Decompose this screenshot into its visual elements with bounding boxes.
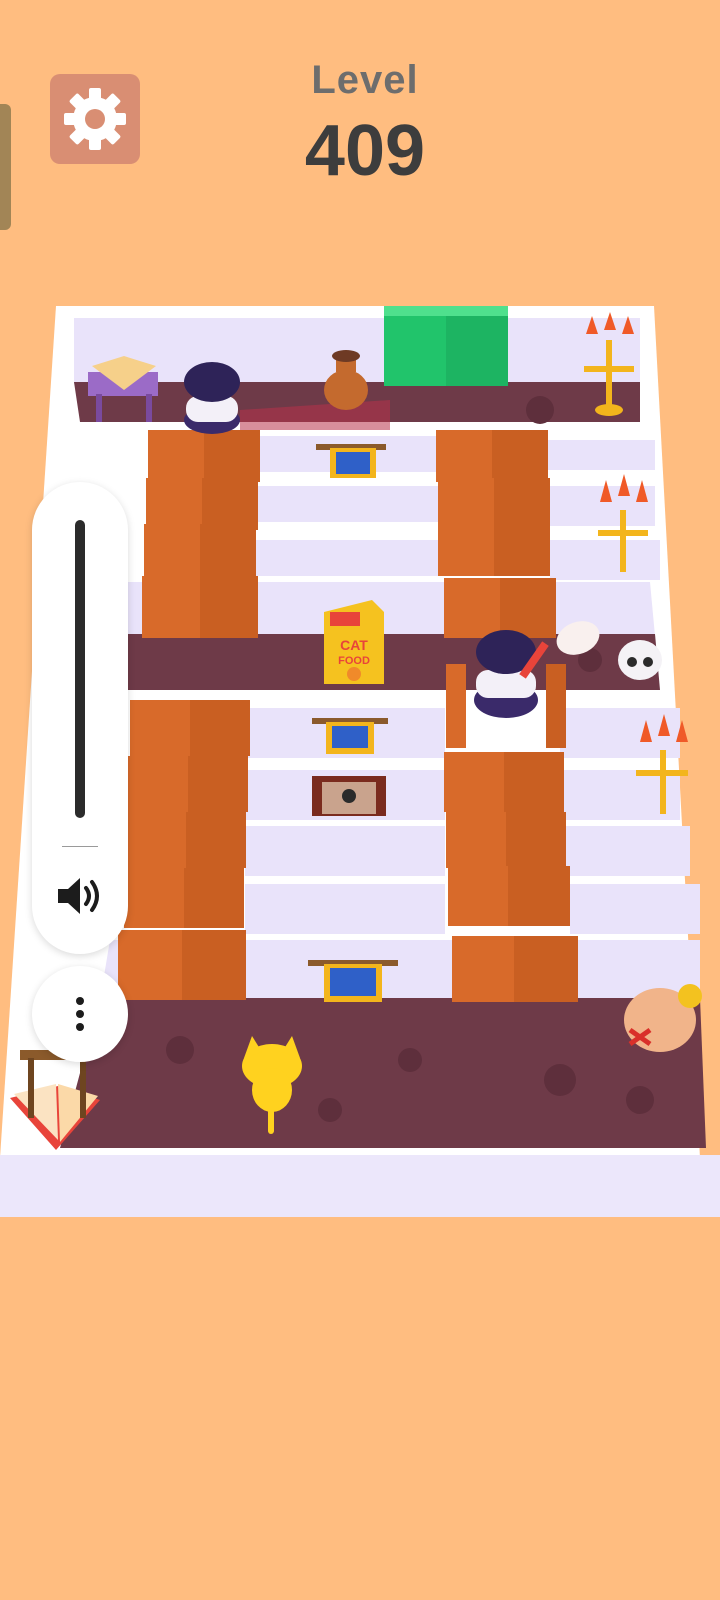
gear-icon xyxy=(64,88,126,150)
crate-column-right-upper xyxy=(436,430,556,638)
skull xyxy=(618,640,662,680)
volume-panel xyxy=(32,482,128,954)
wall-portrait xyxy=(312,776,386,816)
green-crate xyxy=(384,306,508,386)
side-handle[interactable] xyxy=(0,104,11,230)
room-bottom-floor xyxy=(60,998,706,1148)
cat-food-line1: CAT xyxy=(340,637,368,653)
cat-food-box: CAT FOOD xyxy=(324,600,384,684)
crate-column-right-lower xyxy=(444,752,578,1002)
more-options-button[interactable] xyxy=(32,966,128,1062)
crate-column-left-lower xyxy=(118,700,250,1000)
more-vertical-icon xyxy=(76,997,84,1031)
level-label: Level xyxy=(311,58,419,102)
volume-slider[interactable] xyxy=(75,520,85,818)
volume-divider xyxy=(62,846,98,847)
speaker-icon[interactable] xyxy=(54,874,106,918)
level-number: 409 xyxy=(304,111,426,191)
settings-button[interactable] xyxy=(50,74,140,164)
board-front-edge xyxy=(0,1155,720,1217)
cat-food-line2: FOOD xyxy=(338,655,370,667)
crate-column-left-upper xyxy=(142,430,260,638)
